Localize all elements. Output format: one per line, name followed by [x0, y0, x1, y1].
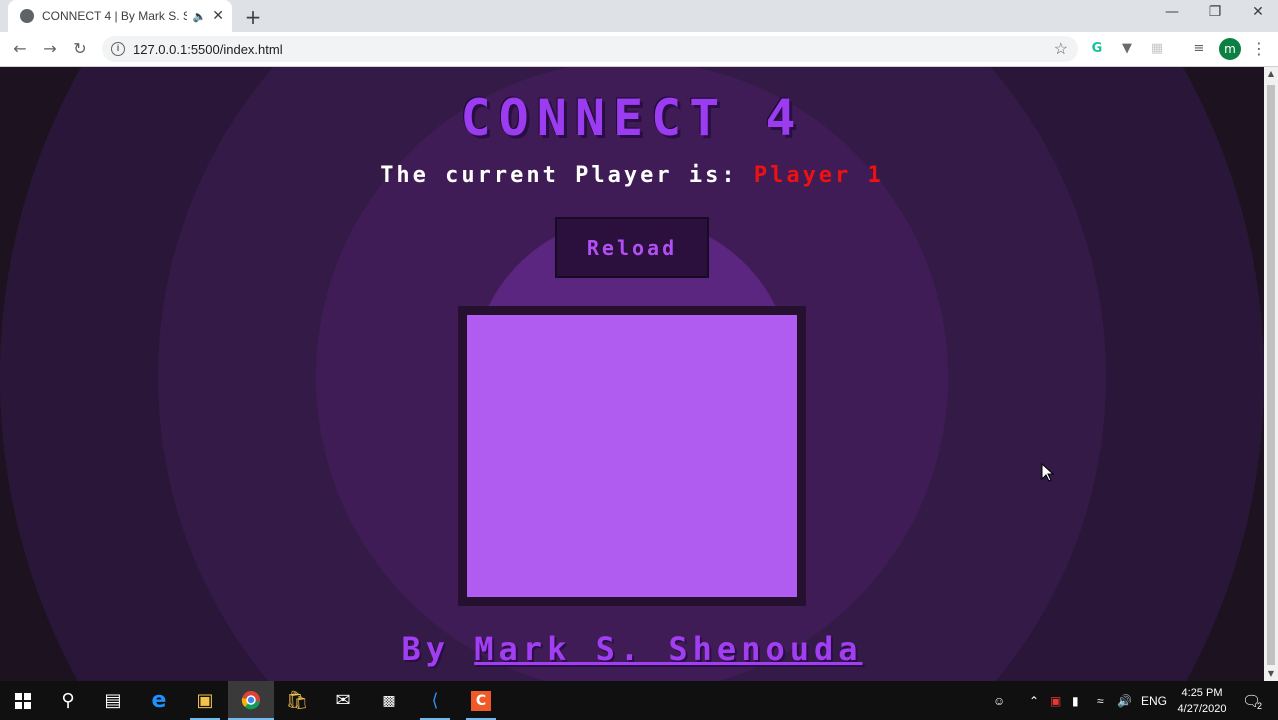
minimize-icon[interactable]: —	[1160, 4, 1184, 20]
windows-taskbar: ⚲ ▤ e ▣ 🛍 ✉ ▩ ⟨ C ☺ ⌃ ▣ ▮ ≈ 🔊 ENG 4:25 P…	[0, 681, 1278, 720]
extension-v-icon[interactable]: ▼	[1118, 40, 1136, 58]
footer-credit: By Mark S. Shenouda	[0, 630, 1264, 668]
bookmark-star-icon[interactable]: ☆	[1054, 39, 1068, 59]
new-tab-button[interactable]: +	[243, 5, 263, 29]
browser-tab-strip: CONNECT 4 | By Mark S. She 🔈 ✕ + — ❐ ✕	[0, 0, 1278, 32]
scrollbar-thumb[interactable]	[1267, 85, 1275, 665]
terminal-icon[interactable]: ▩	[366, 681, 412, 720]
store-icon[interactable]: 🛍	[274, 681, 320, 720]
tray-app-icon[interactable]: ▣	[1050, 681, 1061, 720]
system-clock[interactable]: 4:25 PM 4/27/2020	[1172, 685, 1232, 717]
volume-icon[interactable]: 🔊	[1117, 681, 1132, 720]
browser-toolbar: ← → ↻ i 127.0.0.1:5500/index.html ☆ G ▼ …	[0, 32, 1278, 67]
mouse-cursor-icon	[1041, 463, 1055, 482]
menu-icon[interactable]: ⋮	[1250, 40, 1268, 58]
speaker-icon[interactable]: 🔈	[193, 10, 207, 23]
notification-center[interactable]: 🗨 2	[1242, 681, 1262, 720]
close-tab-icon[interactable]: ✕	[212, 8, 224, 24]
page-scrollbar[interactable]: ▲ ▼	[1264, 67, 1278, 681]
search-icon[interactable]: ⚲	[45, 681, 91, 720]
footer-by-label: By	[401, 630, 475, 668]
start-icon[interactable]	[0, 681, 46, 720]
language-indicator[interactable]: ENG	[1141, 681, 1167, 720]
game-board[interactable]	[467, 315, 797, 597]
current-player-name: Player 1	[753, 163, 884, 188]
clock-time: 4:25 PM	[1181, 687, 1223, 699]
browser-tab[interactable]: CONNECT 4 | By Mark S. She 🔈 ✕	[8, 0, 232, 32]
task-view-icon[interactable]: ▤	[90, 681, 136, 720]
chrome-icon[interactable]	[228, 681, 274, 720]
board-frame	[458, 306, 806, 606]
profile-avatar[interactable]: m	[1219, 38, 1241, 60]
close-window-icon[interactable]: ✕	[1246, 4, 1270, 20]
notification-count: 2	[1257, 700, 1263, 711]
back-icon[interactable]: ←	[10, 39, 30, 58]
restore-icon[interactable]: ❐	[1203, 4, 1227, 20]
extension-grid-icon[interactable]: ▦	[1148, 40, 1166, 58]
globe-icon	[20, 9, 34, 23]
clock-date: 4/27/2020	[1177, 703, 1227, 715]
author-link[interactable]: Mark S. Shenouda	[474, 630, 862, 668]
scroll-down-icon[interactable]: ▼	[1264, 669, 1278, 678]
reload-page-icon[interactable]: ↻	[70, 39, 90, 58]
forward-icon[interactable]: →	[40, 39, 60, 58]
url-text: 127.0.0.1:5500/index.html	[133, 41, 283, 57]
mail-icon[interactable]: ✉	[320, 681, 366, 720]
people-icon[interactable]: ☺	[993, 681, 1005, 720]
vscode-icon[interactable]: ⟨	[412, 681, 458, 720]
battery-icon[interactable]: ▮	[1072, 681, 1079, 720]
scroll-up-icon[interactable]: ▲	[1264, 69, 1278, 78]
file-explorer-icon[interactable]: ▣	[182, 681, 228, 720]
game-title: CONNECT 4	[460, 89, 804, 147]
edge-icon[interactable]: e	[136, 681, 182, 720]
current-player-status: The current Player is: Player 1	[0, 163, 1264, 188]
media-queue-icon[interactable]: ≡	[1190, 40, 1208, 58]
app-icon[interactable]: C	[458, 681, 504, 720]
tab-title: CONNECT 4 | By Mark S. She	[42, 9, 187, 23]
reload-button[interactable]: Reload	[555, 217, 709, 278]
site-info-icon[interactable]: i	[111, 42, 125, 56]
status-label: The current Player is:	[380, 163, 754, 188]
page-viewport: CONNECT 4 The current Player is: Player …	[0, 67, 1264, 681]
address-bar[interactable]: i 127.0.0.1:5500/index.html ☆	[102, 36, 1078, 62]
grammarly-icon[interactable]: G	[1088, 40, 1106, 58]
tray-chevron-icon[interactable]: ⌃	[1029, 681, 1039, 720]
wifi-icon[interactable]: ≈	[1097, 681, 1104, 720]
